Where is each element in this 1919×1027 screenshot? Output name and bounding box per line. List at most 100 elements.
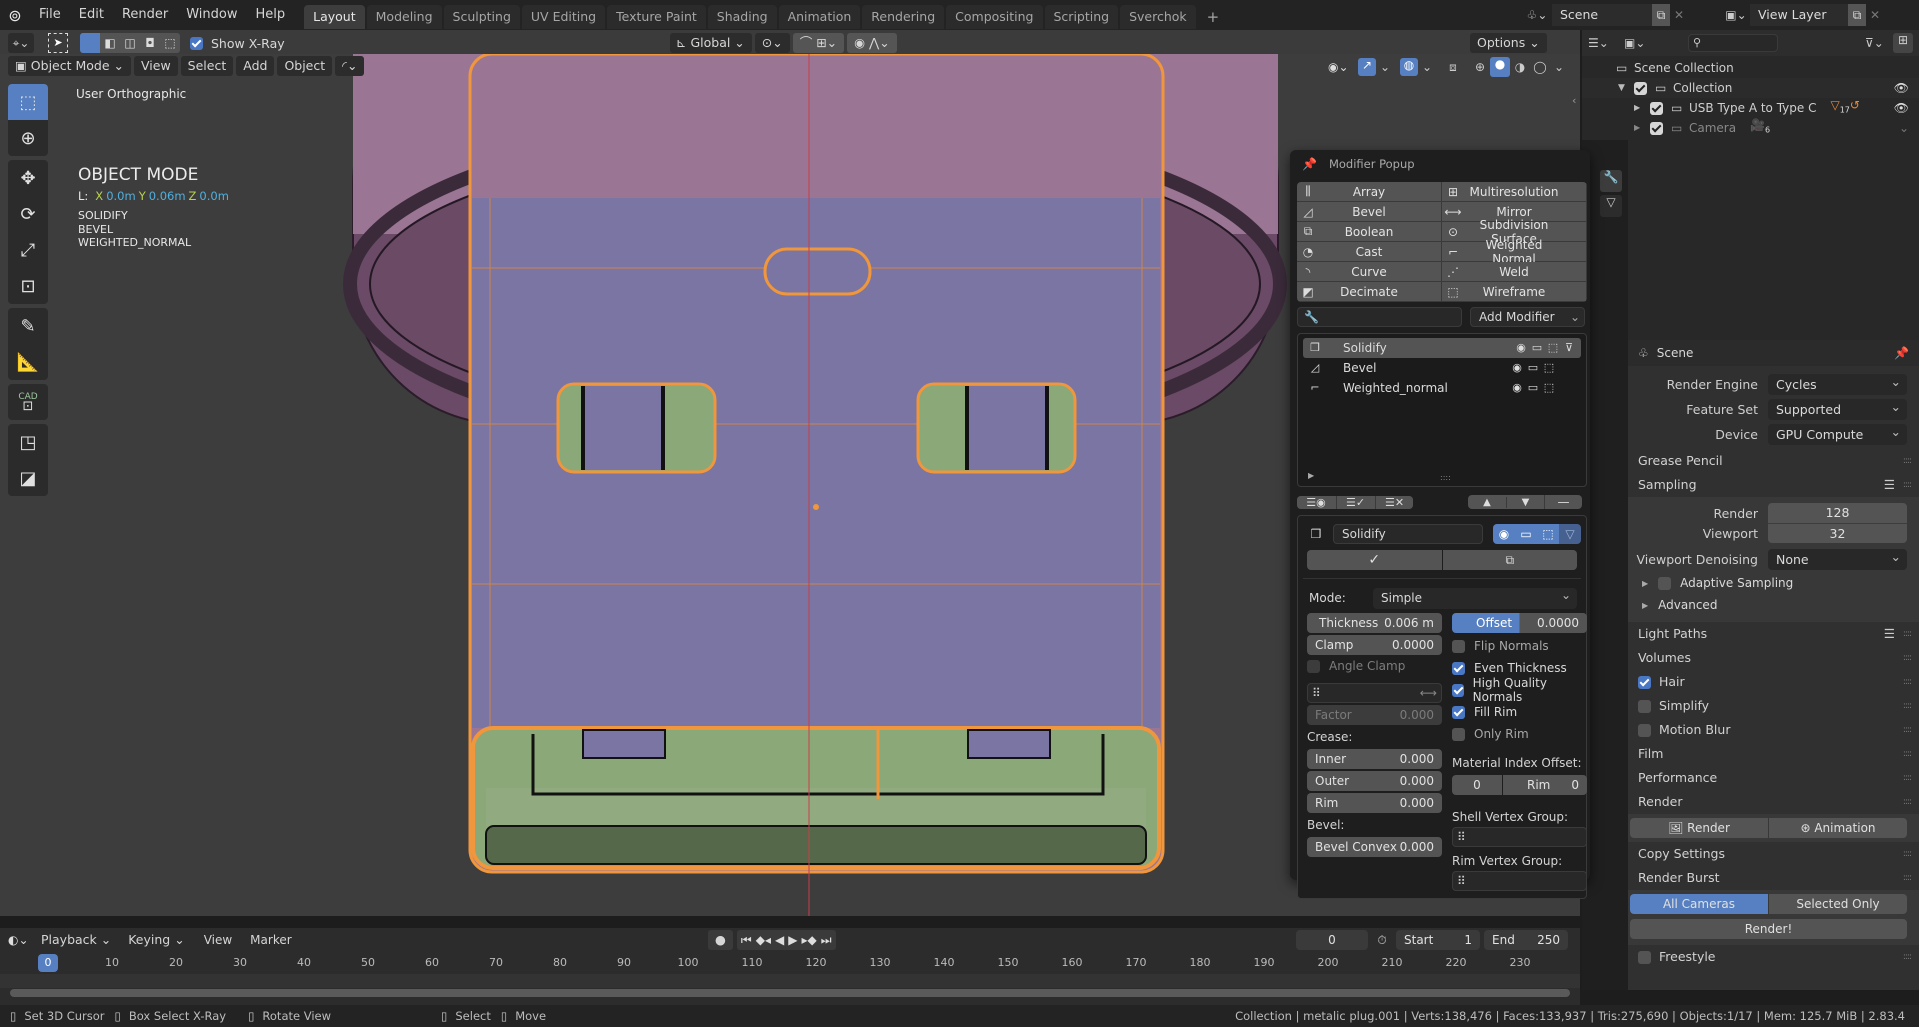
tab-mesh-data[interactable]: ▽: [1600, 195, 1622, 217]
enable-all-icon[interactable]: ☰✓: [1336, 495, 1374, 509]
add-array-button[interactable]: ⫼ Array: [1297, 182, 1442, 202]
expand-icon[interactable]: ▶: [1634, 118, 1646, 138]
tab-sverchok[interactable]: Sverchok: [1120, 5, 1196, 29]
shading-rendered-icon[interactable]: ◯: [1530, 60, 1550, 74]
menu-render[interactable]: Render: [113, 0, 177, 30]
thickness-field[interactable]: Thickness 0.006 m: [1307, 613, 1442, 633]
render-burst-button[interactable]: Render!: [1630, 919, 1907, 939]
adaptive-sampling-checkbox[interactable]: [1658, 576, 1672, 590]
filter-funnel-icon[interactable]: ⊽⌄: [1865, 36, 1893, 50]
gizmo-dropdown-icon[interactable]: ⌄: [1376, 60, 1394, 74]
display-mode-icon[interactable]: ☰⌄: [1588, 36, 1618, 50]
add-modifier-dropdown[interactable]: Add Modifier ⌄: [1470, 307, 1585, 327]
cage-toggle-icon[interactable]: ▽: [1559, 524, 1581, 544]
tab-shading[interactable]: Shading: [707, 5, 777, 29]
tab-rendering[interactable]: Rendering: [862, 5, 945, 29]
scene-selector-icon[interactable]: ♧⌄: [1522, 8, 1552, 22]
editmode-icon[interactable]: ⬚: [1541, 361, 1557, 375]
tab-layout[interactable]: Layout: [304, 5, 365, 29]
clamp-field[interactable]: Clamp 0.0000: [1307, 635, 1442, 655]
new-scene-icon[interactable]: ⧉: [1652, 4, 1670, 26]
panel-volumes[interactable]: Volumes::::: [1628, 646, 1919, 670]
stack-item-solidify[interactable]: ❒ Solidify ◉ ▭ ⬚ ⊽: [1303, 338, 1581, 358]
invert-vgroup-icon[interactable]: ⟷: [1420, 686, 1437, 700]
move-down-icon[interactable]: ▼: [1506, 496, 1544, 508]
even-thickness-checkbox[interactable]: [1452, 661, 1465, 675]
viewport-display-icon[interactable]: ▭: [1525, 381, 1541, 395]
stack-item-weighted-normal[interactable]: ⌐ Weighted_normal ◉ ▭ ⬚: [1303, 378, 1581, 398]
scene-name-field[interactable]: Scene: [1552, 4, 1652, 26]
bevel-convex-field[interactable]: Bevel Convex 0.000: [1307, 837, 1442, 857]
render-camera-icon[interactable]: ◉: [1509, 381, 1525, 395]
jump-start-icon[interactable]: ⏮: [741, 933, 752, 948]
flip-normals-checkbox[interactable]: [1452, 639, 1465, 653]
menu-help[interactable]: Help: [247, 0, 295, 30]
panel-hair[interactable]: Hair::::: [1628, 670, 1919, 694]
shading-dropdown-icon[interactable]: ⌄: [1550, 60, 1568, 74]
editmode-icon[interactable]: ⬚: [1545, 341, 1561, 355]
shading-solid-icon[interactable]: ●: [1490, 57, 1510, 77]
panel-sampling[interactable]: Sampling ☰::::: [1628, 473, 1919, 497]
select-mode-new-icon[interactable]: [80, 33, 100, 53]
panel-copy-settings[interactable]: Copy Settings::::: [1628, 842, 1919, 866]
select-box-tool-icon[interactable]: ➤: [48, 33, 68, 53]
new-collection-icon[interactable]: ⊞: [1893, 33, 1913, 53]
keyframe-area[interactable]: [0, 974, 1580, 988]
visibility-eye-icon[interactable]: 👁: [1894, 78, 1909, 98]
overlays-dropdown-icon[interactable]: ⌄: [1418, 60, 1436, 74]
playback-menu[interactable]: Playback ⌄: [34, 930, 119, 950]
add-wireframe-button[interactable]: ⬚ Wireframe: [1442, 282, 1587, 302]
subpanel-adaptive-sampling[interactable]: ▶ Adaptive Sampling: [1628, 572, 1919, 594]
tab-modifiers[interactable]: 🔧: [1600, 170, 1622, 192]
panel-grease-pencil[interactable]: Grease Pencil::::: [1628, 449, 1919, 473]
tool-scale[interactable]: ⤢: [8, 232, 48, 268]
tool-measure[interactable]: 📐: [8, 344, 48, 380]
visibility-eye-icon[interactable]: 👁: [1894, 98, 1909, 118]
new-view-layer-icon[interactable]: ⧉: [1848, 4, 1866, 26]
menu-select[interactable]: Select: [180, 56, 234, 76]
view-layer-icon[interactable]: ▣⌄: [1722, 8, 1750, 22]
add-cast-button[interactable]: ◔ Cast: [1297, 242, 1442, 262]
editmode-toggle-icon[interactable]: ⬚: [1537, 524, 1559, 544]
visibility-hidden-icon[interactable]: ⌄: [1899, 118, 1909, 138]
panel-motion-blur[interactable]: Motion Blur::::: [1628, 718, 1919, 742]
proportional-edit-toggle[interactable]: ◉ ⋀⌄: [847, 33, 897, 53]
tab-compositing[interactable]: Compositing: [946, 5, 1043, 29]
object-type-visibility-icon[interactable]: ◜⌄: [335, 56, 365, 76]
disable-all-icon[interactable]: ☰✕: [1375, 495, 1413, 509]
panel-freestyle[interactable]: Freestyle::::: [1628, 945, 1919, 969]
tool-move[interactable]: ✥: [8, 160, 48, 196]
frame-ruler[interactable]: 0 10 20 30 40 50 60 70 80 90 100 110 120 130 140 150 160…: [0, 952, 1580, 974]
add-decimate-button[interactable]: ◩ Decimate: [1297, 282, 1442, 302]
panel-render[interactable]: Render::::: [1628, 790, 1919, 814]
hq-normals-row[interactable]: High Quality Normals: [1452, 676, 1587, 704]
angle-clamp-checkbox[interactable]: [1307, 659, 1320, 673]
timeline-editor-type-icon[interactable]: ◐⌄: [8, 933, 34, 947]
solidify-mode-dropdown[interactable]: Simple: [1373, 585, 1577, 609]
menu-object[interactable]: Object: [277, 56, 333, 76]
current-frame-field[interactable]: 0: [1296, 930, 1368, 950]
shell-vertex-group-field[interactable]: ⠿: [1452, 827, 1587, 847]
record-button[interactable]: ●: [708, 930, 733, 950]
only-rim-row[interactable]: Only Rim: [1452, 723, 1587, 745]
material-rim-offset-field[interactable]: Rim 0: [1503, 775, 1587, 795]
render-animation-button[interactable]: ⊛ Animation: [1769, 818, 1907, 838]
xray-toggle-icon[interactable]: ⧈: [1442, 60, 1464, 75]
tool-annotate[interactable]: ✎: [8, 308, 48, 344]
blender-logo-icon[interactable]: ⊚: [0, 6, 30, 25]
preview-range-icon[interactable]: ⏱: [1372, 933, 1392, 948]
render-engine-dropdown[interactable]: Cycles: [1768, 371, 1907, 395]
editor-type-icon[interactable]: ⌖⌄: [8, 33, 34, 53]
timeline-marker-menu[interactable]: Marker: [241, 928, 300, 952]
add-multiresolution-button[interactable]: ⊞ Multiresolution: [1442, 182, 1587, 202]
modifier-search-input[interactable]: 🔧: [1297, 307, 1462, 327]
factor-field[interactable]: Factor 0.000: [1307, 705, 1442, 725]
render-toggle-icon[interactable]: ◉: [1493, 524, 1515, 544]
camera-checkbox[interactable]: [1650, 121, 1663, 135]
motion-blur-checkbox[interactable]: [1638, 723, 1651, 737]
pin-icon[interactable]: 📌: [1894, 346, 1909, 360]
render-camera-icon[interactable]: ◉: [1509, 361, 1525, 375]
simplify-checkbox[interactable]: [1638, 699, 1651, 713]
add-weld-button[interactable]: ⋰ Weld: [1442, 262, 1587, 282]
show-in-viewport-all-icon[interactable]: ☰◉: [1297, 495, 1335, 509]
